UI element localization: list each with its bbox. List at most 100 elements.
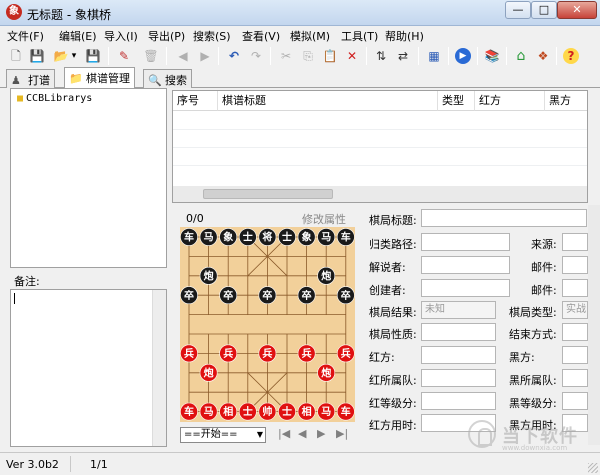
status-page: 1/1: [90, 458, 108, 471]
book-icon[interactable]: 📚: [484, 48, 500, 64]
black-team-label: 黑所属队:: [509, 374, 557, 387]
column-header-title[interactable]: 棋谱标题: [218, 91, 438, 111]
flip-horizontal-icon[interactable]: ⇄: [395, 48, 411, 64]
red-team-input[interactable]: [421, 369, 496, 387]
redo-icon[interactable]: ↷: [248, 48, 264, 64]
table-hscrollbar[interactable]: [173, 186, 587, 202]
result-label: 棋局结果:: [369, 306, 417, 319]
commentator-label: 解说者:: [369, 261, 406, 274]
tab-label: 搜索: [165, 74, 187, 87]
email-input[interactable]: [562, 256, 588, 274]
resize-grip[interactable]: [588, 463, 598, 473]
menu-export[interactable]: 导出(P): [148, 28, 185, 44]
library-tree[interactable]: ■ CCBLibrarys: [10, 88, 167, 268]
column-header-red[interactable]: 红方: [475, 91, 545, 111]
menu-tools[interactable]: 工具(T): [341, 28, 378, 44]
notes-scrollbar[interactable]: [152, 290, 166, 446]
trash-icon[interactable]: 🗑: [143, 48, 159, 64]
next-move-icon[interactable]: ▶: [317, 427, 325, 440]
tab-bar: ♟ 打谱 📁 棋谱管理 🔍 搜索: [0, 67, 600, 88]
commentator-input[interactable]: [421, 256, 510, 274]
forward-icon[interactable]: ▶: [197, 48, 213, 64]
minimize-button[interactable]: —: [505, 1, 531, 19]
menu-import[interactable]: 导入(I): [104, 28, 138, 44]
app-icon: 象: [6, 4, 22, 20]
chevron-down-icon: ▼: [256, 430, 263, 439]
window-title: 无标题 - 象棋桥: [27, 8, 111, 22]
column-header-black[interactable]: 黑方: [545, 91, 587, 111]
cut-icon[interactable]: ✂: [278, 48, 294, 64]
chess-piece-label: 炮: [203, 366, 214, 379]
black-level-input[interactable]: [562, 392, 588, 410]
notes-textarea[interactable]: [10, 289, 167, 447]
prev-move-icon[interactable]: ◀: [298, 427, 306, 440]
last-move-icon[interactable]: ▶|: [336, 427, 348, 440]
info-scrollbar[interactable]: [588, 205, 600, 445]
column-header-index[interactable]: 序号: [173, 91, 218, 111]
status-divider: [70, 456, 71, 472]
maximize-button[interactable]: □: [531, 1, 557, 19]
chess-piece-label: 士: [282, 405, 292, 418]
engine-icon[interactable]: ❖: [535, 48, 551, 64]
toolbar-separator: [418, 47, 419, 65]
menu-search[interactable]: 搜索(S): [193, 28, 231, 44]
red-player-input[interactable]: [421, 346, 496, 364]
open-icon[interactable]: 📂: [53, 48, 69, 64]
creator-email-label: 邮件:: [531, 284, 557, 297]
help-icon[interactable]: ?: [563, 48, 579, 64]
tab-search[interactable]: 🔍 搜索: [143, 69, 192, 88]
tree-item-root[interactable]: ■ CCBLibrarys: [17, 93, 92, 104]
table-row: [173, 147, 587, 148]
play-icon[interactable]: ▶: [455, 48, 471, 64]
chess-piece-label: 卒: [223, 289, 233, 302]
delete-icon[interactable]: ✕: [344, 48, 360, 64]
watermark-icon: [468, 420, 496, 448]
chess-board[interactable]: 车马象士将士象马车炮 炮卒卒卒卒卒兵兵兵兵兵炮 炮车马相士帅士相马车: [180, 227, 355, 422]
red-level-input[interactable]: [421, 392, 496, 410]
move-select[interactable]: ==开始== ▼: [180, 427, 266, 443]
home-icon[interactable]: ⌂: [513, 48, 529, 64]
first-move-icon[interactable]: |◀: [278, 427, 290, 440]
nature-input[interactable]: [421, 323, 496, 341]
edit-attributes-link[interactable]: 修改属性: [302, 211, 346, 227]
title-input[interactable]: [421, 209, 587, 227]
path-input[interactable]: [421, 233, 510, 251]
toolbar-separator: [556, 47, 557, 65]
open-dropdown-icon[interactable]: ▾: [70, 48, 78, 64]
creator-input[interactable]: [421, 279, 510, 297]
toolbar-separator: [448, 47, 449, 65]
save-icon[interactable]: 💾: [85, 48, 101, 64]
paste-icon[interactable]: 📋: [322, 48, 338, 64]
close-button[interactable]: ✕: [557, 1, 597, 19]
back-icon[interactable]: ◀: [175, 48, 191, 64]
undo-icon[interactable]: ↶: [226, 48, 242, 64]
menu-help[interactable]: 帮助(H): [385, 28, 424, 44]
source-input[interactable]: [562, 233, 588, 251]
menu-view[interactable]: 查看(V): [242, 28, 280, 44]
black-player-input[interactable]: [562, 346, 588, 364]
menu-simulate[interactable]: 模拟(M): [290, 28, 330, 44]
copy-icon[interactable]: ⎘: [300, 48, 316, 64]
board-icon[interactable]: ▦: [426, 48, 442, 64]
chess-piece-label: 车: [184, 231, 194, 244]
scroll-thumb[interactable]: [203, 189, 333, 199]
menu-edit[interactable]: 编辑(E): [59, 28, 97, 44]
game-list-table[interactable]: 序号 棋谱标题 类型 红方 黑方: [172, 90, 588, 203]
creator-email-input[interactable]: [562, 279, 588, 297]
end-mode-input[interactable]: [562, 323, 588, 341]
column-header-type[interactable]: 类型: [438, 91, 475, 111]
chess-piece-label: 马: [321, 232, 331, 244]
tab-library[interactable]: 📁 棋谱管理: [64, 67, 135, 88]
toolbar-separator: [477, 47, 478, 65]
result-select[interactable]: 未知: [421, 301, 496, 319]
edit-icon[interactable]: ✎: [116, 48, 132, 64]
chess-piece-label: 车: [341, 405, 351, 418]
menu-file[interactable]: 文件(F): [7, 28, 44, 44]
game-type-select[interactable]: 实战: [562, 301, 588, 319]
new-icon[interactable]: 🗋: [8, 48, 24, 64]
tab-record[interactable]: ♟ 打谱: [6, 69, 55, 88]
flip-vertical-icon[interactable]: ⇅: [373, 48, 389, 64]
black-team-input[interactable]: [562, 369, 588, 387]
save-green-icon[interactable]: 💾: [29, 48, 45, 64]
chess-piece-label: 车: [341, 231, 351, 244]
